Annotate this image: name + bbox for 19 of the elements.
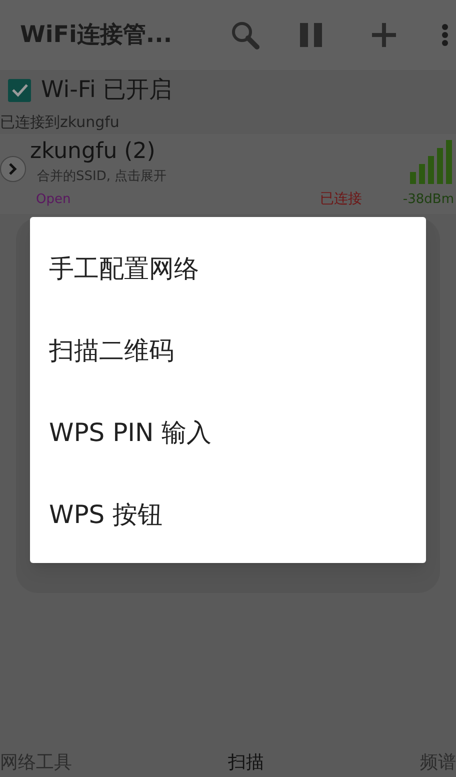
pause-icon[interactable] <box>300 23 322 47</box>
chevron-icon <box>9 163 17 175</box>
menu-item[interactable]: WPS 按钮 <box>30 474 426 556</box>
wifi-checkbox[interactable] <box>8 78 31 102</box>
check-icon <box>12 83 28 97</box>
menu-item[interactable]: 扫描二维码 <box>30 310 426 392</box>
connection-status: 已连接到zkungfu <box>0 112 120 133</box>
plus-icon[interactable] <box>372 23 396 47</box>
expand-button[interactable] <box>0 156 26 182</box>
status-label: 已连接 <box>320 190 362 209</box>
search-icon[interactable] <box>230 20 260 50</box>
menu-item[interactable]: WPS PIN 输入 <box>30 392 426 474</box>
menu-item[interactable]: 手工配置网络 <box>30 228 426 310</box>
network-name: zkungfu (2) <box>30 138 156 166</box>
security-label: Open <box>36 191 71 209</box>
wifi-label: Wi-Fi 已开启 <box>41 76 172 105</box>
signal-strength: -38dBm <box>402 191 454 209</box>
more-icon[interactable] <box>442 24 448 46</box>
app-title: WiFi连接管... <box>20 20 174 50</box>
